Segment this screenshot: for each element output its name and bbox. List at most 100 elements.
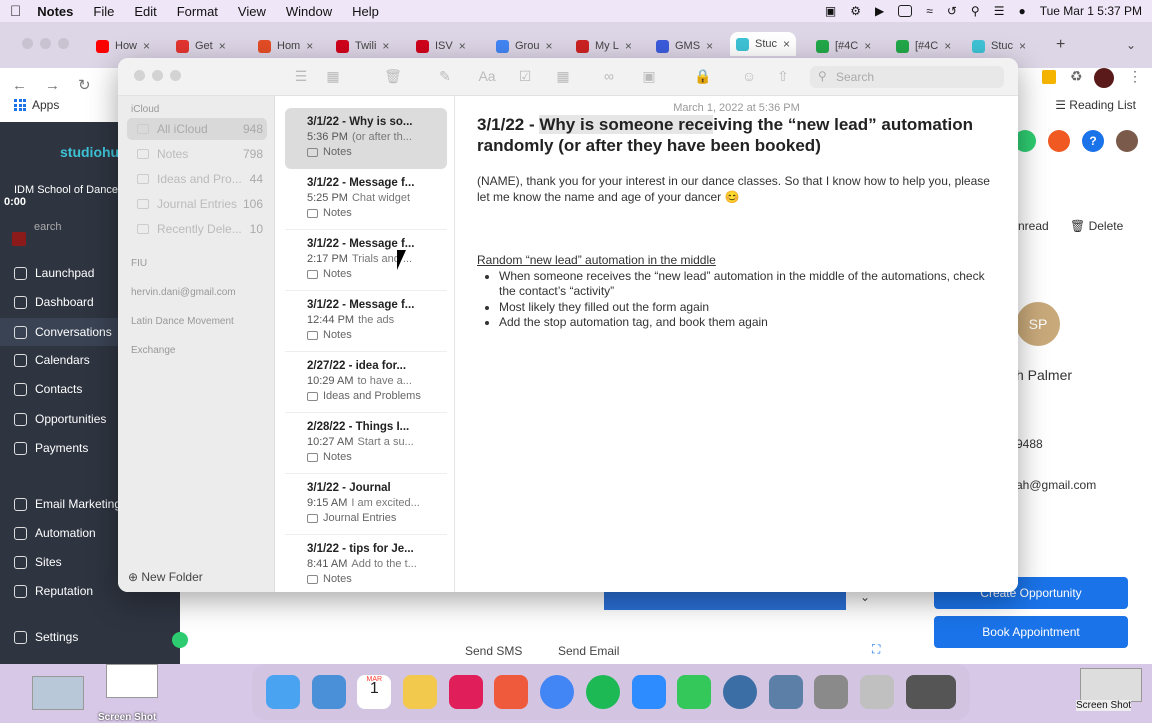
close-tab-icon[interactable]: × — [143, 39, 150, 53]
profile-avatar[interactable] — [1094, 68, 1114, 88]
folder-ideas[interactable]: Ideas and Pro... 44 — [127, 168, 267, 190]
note-editor[interactable]: March 1, 2022 at 5:36 PM 3/1/22 - Why is… — [455, 96, 1018, 592]
browser-tab[interactable]: Grou × — [496, 36, 552, 56]
minimize-window-icon[interactable] — [40, 38, 51, 49]
browser-tab[interactable]: Twili × — [336, 36, 389, 56]
note-item[interactable]: 3/1/22 - Why is so... 5:36 PM (or after th… — [285, 108, 447, 169]
browser-tab[interactable]: Stuc × — [972, 36, 1026, 56]
note-item[interactable]: 3/1/22 - Message f... 12:44 PM the ads Note… — [285, 291, 447, 352]
share-icon[interactable]: ⇧ — [774, 68, 792, 84]
expand-down-icon[interactable]: ⌄ — [860, 590, 870, 604]
trash-bin-icon[interactable] — [860, 675, 895, 709]
desktop-file-label[interactable]: Screen Shot — [1076, 700, 1132, 711]
calendar-icon[interactable]: MAR 1 — [357, 675, 392, 709]
script-editor-icon[interactable] — [814, 675, 849, 709]
close-tab-icon[interactable]: × — [382, 39, 389, 53]
section-gmail[interactable]: hervin.dani@gmail.com — [131, 287, 236, 298]
browser-tab[interactable]: GMS × — [656, 36, 713, 56]
section-fiu[interactable]: FIU — [131, 258, 147, 269]
record-icon[interactable] — [12, 232, 26, 246]
apple-menu-icon[interactable]:  — [10, 3, 21, 20]
apps-grid-icon[interactable] — [14, 99, 26, 111]
notes-search-input[interactable]: ⚲ Search — [810, 66, 1004, 88]
close-tab-icon[interactable]: × — [1019, 39, 1026, 53]
menu-window[interactable]: Window — [286, 4, 332, 19]
image-attachment[interactable] — [604, 592, 846, 610]
menu-file[interactable]: File — [93, 4, 114, 19]
play-icon[interactable]: ▶ — [875, 4, 884, 18]
zoom-window-icon[interactable] — [58, 38, 69, 49]
browser-tab-active[interactable]: Stuc × — [730, 32, 797, 56]
screenshot-thumbnail[interactable] — [106, 664, 158, 698]
compose-icon[interactable]: ✎ — [436, 68, 454, 84]
gear-icon[interactable]: ⚙ — [850, 4, 861, 18]
messages-icon[interactable] — [677, 675, 712, 709]
screenshot-thumbnail[interactable] — [1080, 668, 1142, 702]
more-icon[interactable]: ⋮ — [1128, 68, 1142, 85]
note-subheading[interactable]: Random “new lead” automation in the midd… — [477, 253, 996, 269]
apps-bookmark[interactable]: Apps — [32, 98, 59, 112]
collaborate-icon[interactable]: ☺ — [740, 68, 758, 84]
note-bullet[interactable]: Most likely they filled out the form aga… — [499, 300, 996, 316]
menu-edit[interactable]: Edit — [134, 4, 156, 19]
delete-button[interactable]: 🗑 Delete — [1070, 219, 1123, 233]
close-tab-icon[interactable]: × — [625, 39, 632, 53]
close-tab-icon[interactable]: × — [864, 39, 871, 53]
close-window-icon[interactable] — [22, 38, 33, 49]
collapse-sidebar-icon[interactable] — [172, 632, 188, 648]
asana-icon[interactable] — [494, 675, 529, 709]
finder-icon[interactable] — [265, 675, 300, 709]
menu-view[interactable]: View — [238, 4, 266, 19]
puzzle-icon[interactable]: ♻ — [1070, 68, 1083, 85]
reading-list-button[interactable]: ☰ Reading List — [1055, 98, 1136, 112]
back-icon[interactable]: ← — [12, 77, 27, 94]
folder-recently-deleted[interactable]: Recently Dele... 10 — [127, 218, 267, 240]
nav-payments[interactable]: Payments — [14, 441, 88, 455]
book-appointment-button[interactable]: Book Appointment — [934, 616, 1128, 648]
time-machine-icon[interactable]: ↺ — [947, 4, 957, 18]
new-folder-button[interactable]: ⊕ New Folder — [128, 570, 203, 584]
zoom-icon[interactable]: ▣ — [825, 4, 836, 18]
link-icon[interactable]: ∞ — [600, 68, 618, 84]
zoom-icon[interactable] — [631, 675, 666, 709]
send-email-tab[interactable]: Send Email — [558, 644, 619, 658]
browser-tab[interactable]: [#4C × — [816, 36, 871, 56]
siri-icon[interactable]: ● — [1018, 4, 1025, 18]
section-exchange[interactable]: Exchange — [131, 345, 175, 356]
desktop-file-label[interactable]: Screen Shot — [98, 712, 156, 723]
note-bullet[interactable]: When someone receives the “new lead” aut… — [499, 269, 996, 300]
chrome-icon[interactable] — [540, 675, 575, 709]
forward-icon[interactable]: → — [45, 77, 60, 94]
spotify-icon[interactable] — [585, 675, 620, 709]
extension-icon[interactable] — [1042, 70, 1056, 84]
reload-icon[interactable]: ↻ — [78, 76, 91, 94]
nav-dashboard[interactable]: Dashboard — [14, 295, 94, 309]
note-item[interactable]: 3/1/22 - Message f... 5:25 PM Chat widget N… — [285, 169, 447, 230]
note-paragraph[interactable]: (NAME), thank you for your interest in o… — [477, 174, 996, 205]
folder-notes[interactable]: Notes 798 — [127, 143, 267, 165]
gallery-view-icon[interactable]: ▦ — [324, 68, 342, 84]
slack-icon[interactable] — [448, 675, 483, 709]
menu-app-name[interactable]: Notes — [37, 4, 73, 19]
school-name[interactable]: IDM School of Dance — [14, 184, 118, 196]
table-icon[interactable]: ▦ — [554, 68, 572, 84]
zoom-window-icon[interactable] — [170, 70, 181, 81]
list-view-icon[interactable]: ☰ — [292, 68, 310, 84]
trash-icon[interactable]: 🗑 — [384, 68, 402, 84]
contact-phone[interactable]: 9488 — [1016, 437, 1043, 451]
new-tab-icon[interactable]: + — [1056, 36, 1065, 54]
browser-tab[interactable]: ISV × — [416, 36, 466, 56]
list-icon[interactable] — [1048, 130, 1070, 152]
user-avatar[interactable] — [1116, 130, 1138, 152]
nav-automation[interactable]: Automation — [14, 526, 96, 540]
mail-icon[interactable] — [311, 675, 346, 709]
wifi-icon[interactable]: ≈ — [926, 4, 933, 18]
browser-tab[interactable]: Get × — [176, 36, 226, 56]
close-tab-icon[interactable]: × — [459, 39, 466, 53]
media-icon[interactable]: ▣ — [640, 68, 658, 84]
folder-all-icloud[interactable]: All iCloud 948 — [127, 118, 267, 140]
battery-icon[interactable] — [898, 5, 913, 17]
note-item[interactable]: 3/1/22 - tips for Je... 8:41 AM Add to the… — [285, 535, 447, 592]
notes-app-icon[interactable] — [403, 675, 438, 709]
section-latin-dance[interactable]: Latin Dance Movement — [131, 316, 234, 327]
